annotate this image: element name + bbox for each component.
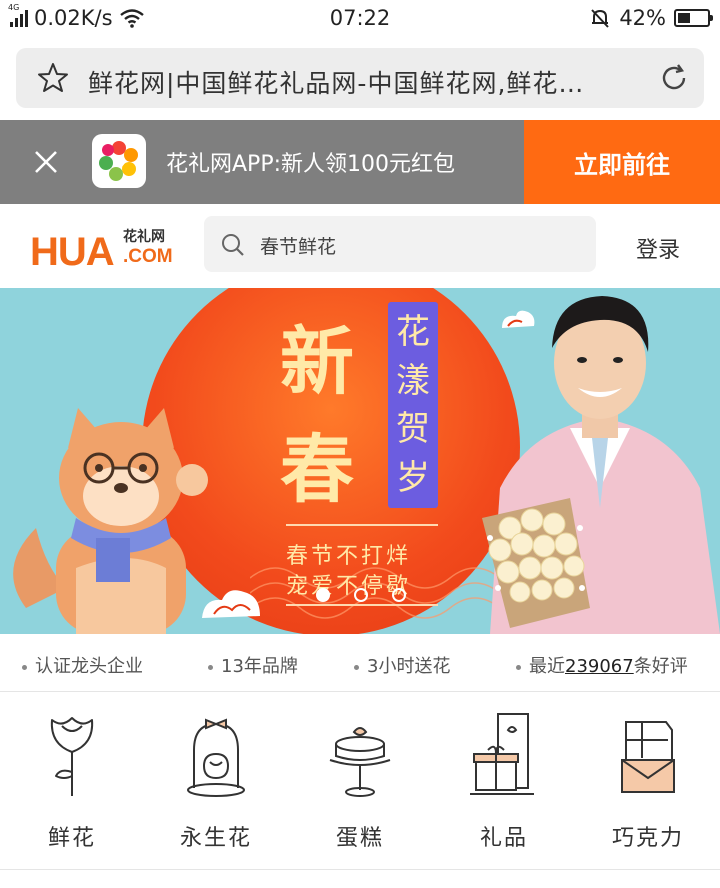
logo-com-text: .COM	[123, 246, 173, 267]
search-placeholder: 春节鲜花	[260, 236, 337, 258]
category-preserved-flowers[interactable]: 永生花	[144, 692, 288, 870]
login-link[interactable]: 登录	[636, 232, 680, 264]
cake-icon	[329, 727, 391, 797]
network-speed: 0.02K/s	[34, 6, 113, 30]
page-title[interactable]: 鲜花网|中国鲜花礼品网-中国鲜花网,鲜花…	[88, 64, 648, 100]
carousel-dot[interactable]	[392, 588, 406, 602]
carousel-dot[interactable]	[354, 588, 368, 602]
hero-slogan-1: 春节不打烊	[286, 544, 412, 569]
hero-headline-2: 春	[280, 427, 354, 513]
mute-bell-icon	[591, 9, 610, 28]
logo-text: HUA	[30, 230, 115, 274]
category-label: 巧克力	[611, 826, 684, 851]
app-logo	[92, 134, 146, 188]
hero-divider	[286, 524, 438, 526]
banner-char: 花	[396, 312, 430, 353]
category-nav: 鲜花 永生花 蛋糕 礼品 巧克力	[0, 692, 720, 870]
shiba-dog-illustration	[13, 408, 208, 634]
category-cakes[interactable]: 蛋糕	[288, 692, 432, 870]
hero-carousel[interactable]: 新 春 花 漾 贺 岁 春节不打烊 宠爱不停歇	[0, 288, 720, 634]
cell-signal-icon: 4G	[8, 3, 28, 27]
gift-icon	[470, 713, 534, 795]
site-logo[interactable]: HUA 花礼网 .COM	[30, 224, 180, 274]
reload-icon[interactable]	[658, 62, 690, 94]
banner-char: 岁	[396, 457, 430, 498]
go-now-button[interactable]: 立即前往	[524, 120, 720, 204]
category-label: 蛋糕	[335, 826, 384, 851]
site-header: HUA 花礼网 .COM 春节鲜花 登录	[0, 204, 720, 288]
battery-icon	[674, 9, 713, 27]
category-label: 鲜花	[47, 826, 96, 851]
carousel-dot[interactable]	[316, 588, 330, 602]
banner-char: 漾	[396, 360, 430, 401]
status-bar: 4G 0.02K/s 07:22 42%	[0, 0, 720, 38]
bookmark-star-icon[interactable]	[36, 61, 70, 95]
category-label: 礼品	[479, 826, 528, 851]
hero-vertical-banner: 花 漾 贺 岁	[388, 302, 438, 508]
search-icon	[222, 234, 244, 256]
review-count-item: 最近239067条好评	[516, 652, 688, 678]
hero-headline-1: 新	[280, 319, 354, 405]
trust-item: 认证龙头企业	[22, 652, 143, 678]
logo-cn-text: 花礼网	[123, 229, 165, 245]
app-promo-banner: 花礼网APP:新人领100元红包 立即前往	[0, 120, 720, 204]
hero-divider	[286, 604, 438, 606]
category-chocolate[interactable]: 巧克力	[576, 692, 720, 870]
chocolate-icon	[621, 721, 675, 793]
close-icon[interactable]	[32, 148, 60, 176]
spokesperson-photo	[482, 296, 720, 634]
trust-item: 13年品牌	[208, 652, 298, 678]
wifi-icon	[119, 9, 144, 28]
trust-item: 3小时送花	[354, 652, 450, 678]
battery-percent: 42%	[619, 6, 666, 30]
review-count[interactable]: 239067	[565, 656, 634, 677]
search-input[interactable]: 春节鲜花	[204, 216, 596, 272]
app-promo-text: 花礼网APP:新人领100元红包	[166, 152, 455, 177]
trust-strip: 认证龙头企业 13年品牌 3小时送花 最近239067条好评	[0, 634, 720, 692]
preserved-flower-icon	[187, 718, 245, 797]
banner-char: 贺	[396, 409, 430, 450]
category-label: 永生花	[179, 826, 252, 851]
cloud-decoration	[202, 590, 260, 618]
address-bar[interactable]: 鲜花网|中国鲜花礼品网-中国鲜花网,鲜花…	[16, 48, 704, 108]
category-flowers[interactable]: 鲜花	[0, 692, 144, 870]
category-gifts[interactable]: 礼品	[432, 692, 576, 870]
rose-icon	[50, 717, 94, 796]
